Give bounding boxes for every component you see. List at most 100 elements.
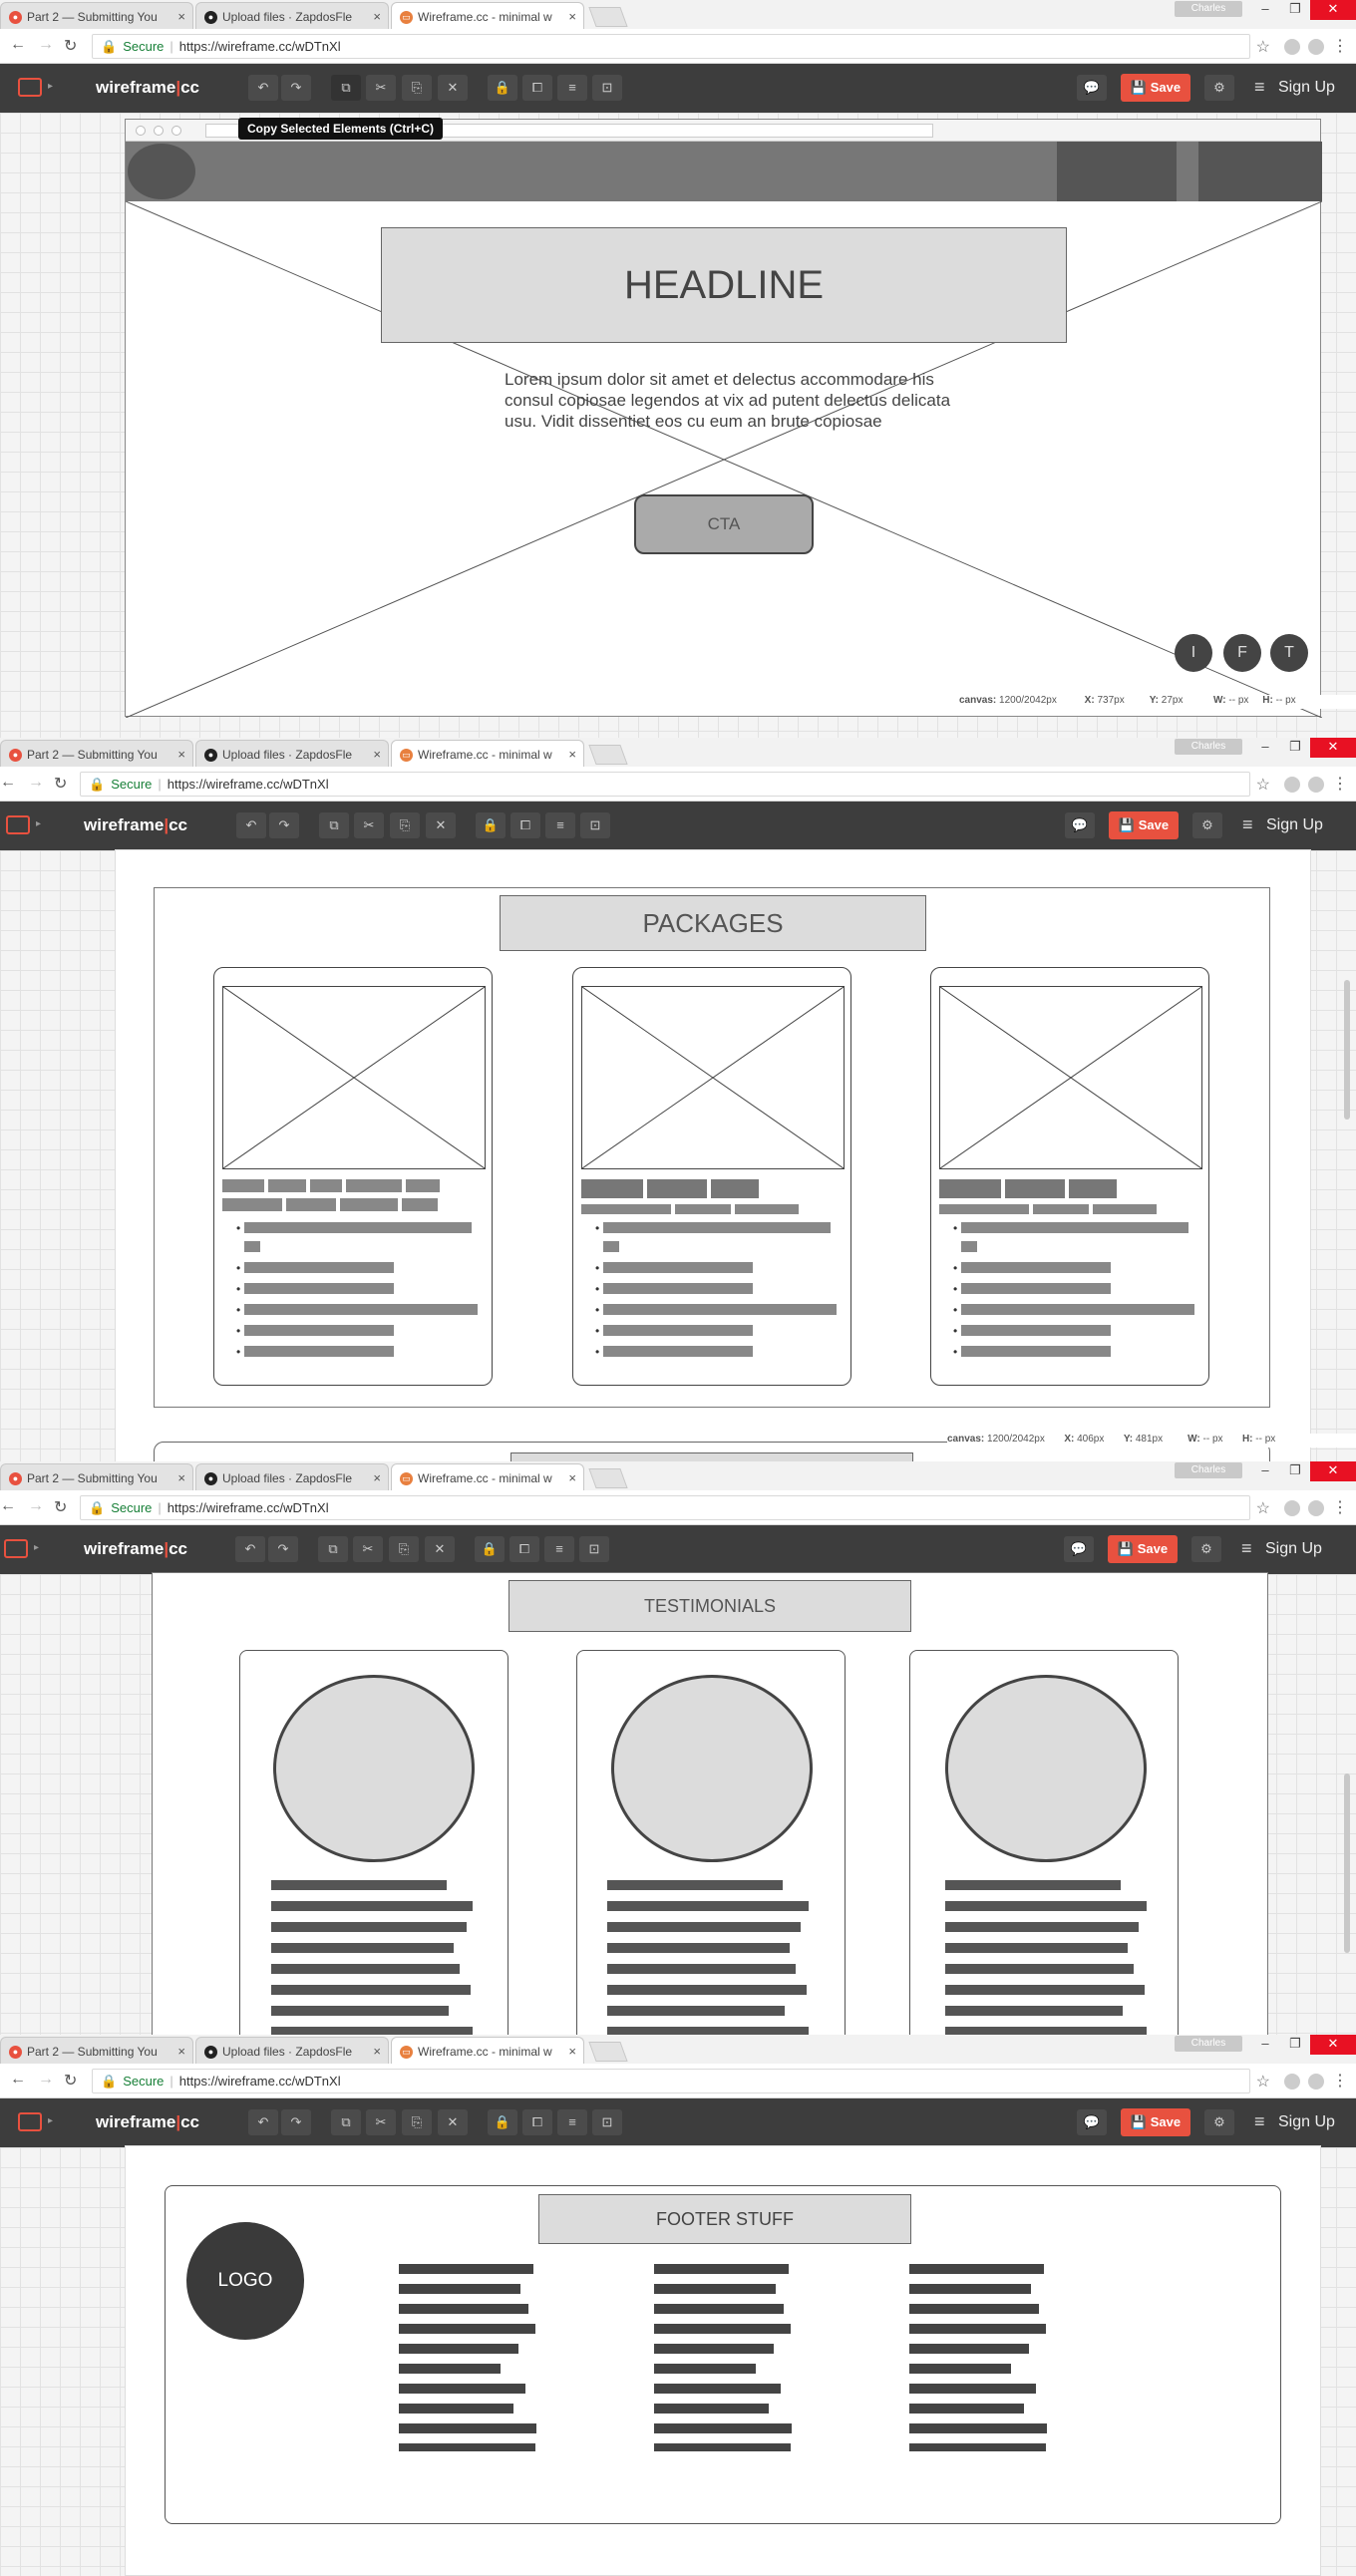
save-button[interactable]: 💾 Save bbox=[1121, 2108, 1190, 2136]
footer-title[interactable]: FOOTER STUFF bbox=[538, 2194, 911, 2244]
frame-icon[interactable]: ⊡ bbox=[592, 2109, 622, 2135]
paste-icon[interactable]: ⎘ bbox=[389, 1536, 419, 1562]
page-icon[interactable] bbox=[18, 78, 42, 97]
copy-icon[interactable]: ⧉ bbox=[331, 2109, 361, 2135]
url-field[interactable]: 🔒 Secure | https://wireframe.cc/wDTnXl bbox=[92, 34, 1250, 59]
tab-github[interactable]: ● Upload files · ZapdosFle × bbox=[195, 2, 389, 29]
mockup-header[interactable] bbox=[126, 142, 1322, 201]
extension-icon[interactable] bbox=[1308, 2074, 1324, 2090]
paste-icon[interactable]: ⎘ bbox=[402, 2109, 432, 2135]
group-icon[interactable]: ⧠ bbox=[509, 1536, 539, 1562]
extension-icon[interactable] bbox=[1308, 1500, 1324, 1516]
reload-icon[interactable]: ↻ bbox=[54, 774, 67, 794]
minimize-icon[interactable]: – bbox=[1250, 2035, 1280, 2055]
footer-section[interactable]: FOOTER STUFF LOGO bbox=[165, 2185, 1281, 2524]
tab-github[interactable]: ● Upload files · ZapdosFle × bbox=[195, 2037, 389, 2064]
group-icon[interactable]: ⧠ bbox=[510, 812, 540, 838]
close-window-icon[interactable]: ✕ bbox=[1310, 1461, 1356, 1481]
restore-icon[interactable]: ❐ bbox=[1280, 1461, 1310, 1481]
lock-icon[interactable]: 🔒 bbox=[488, 75, 517, 101]
forward-icon[interactable]: → bbox=[28, 774, 44, 792]
page-icon[interactable] bbox=[18, 2112, 42, 2131]
close-icon[interactable]: × bbox=[373, 747, 381, 762]
undo-icon[interactable]: ↶ bbox=[236, 812, 266, 838]
redo-icon[interactable]: ↷ bbox=[281, 75, 311, 101]
settings-icon[interactable]: ⚙ bbox=[1191, 1536, 1221, 1562]
extension-icon[interactable] bbox=[1308, 777, 1324, 793]
reload-icon[interactable]: ↻ bbox=[64, 2071, 77, 2091]
page-icon[interactable] bbox=[6, 815, 30, 834]
extension-icon[interactable] bbox=[1308, 39, 1324, 55]
star-icon[interactable]: ☆ bbox=[1256, 1498, 1270, 1518]
profile-badge[interactable]: Charles bbox=[1175, 1462, 1242, 1478]
paste-icon[interactable]: ⎘ bbox=[402, 75, 432, 101]
new-tab-button[interactable] bbox=[588, 745, 628, 765]
caret-icon[interactable]: ▸ bbox=[36, 818, 41, 829]
tab-github[interactable]: ● Upload files · ZapdosFle × bbox=[195, 740, 389, 767]
cut-icon[interactable]: ✂ bbox=[366, 2109, 396, 2135]
close-icon[interactable]: × bbox=[373, 9, 381, 24]
undo-icon[interactable]: ↶ bbox=[248, 75, 278, 101]
url-field[interactable]: 🔒 Secure | https://wireframe.cc/wDTnXl bbox=[92, 2069, 1250, 2093]
group-icon[interactable]: ⧠ bbox=[522, 2109, 552, 2135]
caret-icon[interactable]: ▸ bbox=[48, 81, 53, 92]
redo-icon[interactable]: ↷ bbox=[281, 2109, 311, 2135]
package-card[interactable]: • • • • • • bbox=[572, 967, 851, 1386]
testimonials-title[interactable]: TESTIMONIALS bbox=[508, 1580, 911, 1632]
cut-icon[interactable]: ✂ bbox=[366, 75, 396, 101]
hero-body-text[interactable]: Lorem ipsum dolor sit amet et delectus a… bbox=[505, 369, 983, 432]
back-icon[interactable]: ← bbox=[0, 1497, 16, 1515]
back-icon[interactable]: ← bbox=[10, 36, 26, 54]
group-icon[interactable]: ⧠ bbox=[522, 75, 552, 101]
lock-icon[interactable]: 🔒 bbox=[488, 2109, 517, 2135]
new-tab-button[interactable] bbox=[588, 2042, 628, 2062]
packages-title[interactable]: PACKAGES bbox=[500, 895, 926, 951]
kebab-menu-icon[interactable]: ⋮ bbox=[1332, 36, 1348, 56]
undo-icon[interactable]: ↶ bbox=[248, 2109, 278, 2135]
tab-part2[interactable]: ● Part 2 — Submitting You × bbox=[0, 2037, 193, 2064]
browser-mockup[interactable]: HEADLINE Lorem ipsum dolor sit amet et d… bbox=[125, 119, 1322, 718]
kebab-menu-icon[interactable]: ⋮ bbox=[1332, 1497, 1348, 1517]
redo-icon[interactable]: ↷ bbox=[268, 1536, 298, 1562]
design-canvas[interactable]: HEADLINE Lorem ipsum dolor sit amet et d… bbox=[0, 113, 1356, 738]
headline-box[interactable]: HEADLINE bbox=[381, 227, 1067, 343]
delete-icon[interactable]: ✕ bbox=[438, 2109, 468, 2135]
new-tab-button[interactable] bbox=[588, 1468, 628, 1488]
signup-link[interactable]: Sign Up bbox=[1266, 816, 1323, 834]
frame-icon[interactable]: ⊡ bbox=[592, 75, 622, 101]
close-icon[interactable]: × bbox=[373, 2044, 381, 2059]
profile-badge[interactable]: Charles bbox=[1175, 1, 1242, 17]
package-card[interactable]: • • • • • • bbox=[930, 967, 1209, 1386]
profile-badge[interactable]: Charles bbox=[1175, 2036, 1242, 2052]
copy-icon[interactable]: ⧉ bbox=[318, 1536, 348, 1562]
copy-icon[interactable]: ⧉ bbox=[331, 75, 361, 101]
profile-badge[interactable]: Charles bbox=[1175, 739, 1242, 755]
hamburger-icon[interactable]: ≡ bbox=[1242, 814, 1253, 835]
tab-part2[interactable]: ● Part 2 — Submitting You × bbox=[0, 2, 193, 29]
url-field[interactable]: 🔒 Secure | https://wireframe.cc/wDTnXl bbox=[80, 772, 1250, 797]
tab-part2[interactable]: ● Part 2 — Submitting You × bbox=[0, 740, 193, 767]
align-icon[interactable]: ≡ bbox=[557, 2109, 587, 2135]
close-icon[interactable]: × bbox=[177, 1470, 185, 1485]
back-icon[interactable]: ← bbox=[0, 774, 16, 792]
frame-icon[interactable]: ⊡ bbox=[580, 812, 610, 838]
close-icon[interactable]: × bbox=[568, 2044, 576, 2059]
delete-icon[interactable]: ✕ bbox=[426, 812, 456, 838]
close-icon[interactable]: × bbox=[568, 9, 576, 24]
settings-icon[interactable]: ⚙ bbox=[1192, 812, 1222, 838]
align-icon[interactable]: ≡ bbox=[545, 812, 575, 838]
url-field[interactable]: 🔒 Secure | https://wireframe.cc/wDTnXl bbox=[80, 1495, 1250, 1520]
new-tab-button[interactable] bbox=[588, 7, 628, 27]
close-icon[interactable]: × bbox=[373, 1470, 381, 1485]
extension-icon[interactable] bbox=[1284, 2074, 1300, 2090]
undo-icon[interactable]: ↶ bbox=[235, 1536, 265, 1562]
signup-link[interactable]: Sign Up bbox=[1265, 1540, 1322, 1558]
cut-icon[interactable]: ✂ bbox=[354, 812, 384, 838]
testimonial-card[interactable] bbox=[909, 1650, 1179, 2035]
social-icon-i[interactable]: I bbox=[1175, 634, 1212, 672]
save-button[interactable]: 💾 Save bbox=[1109, 811, 1179, 839]
cut-icon[interactable]: ✂ bbox=[353, 1536, 383, 1562]
forward-icon[interactable]: → bbox=[38, 2071, 54, 2089]
footer-logo[interactable]: LOGO bbox=[186, 2222, 304, 2340]
close-icon[interactable]: × bbox=[177, 9, 185, 24]
